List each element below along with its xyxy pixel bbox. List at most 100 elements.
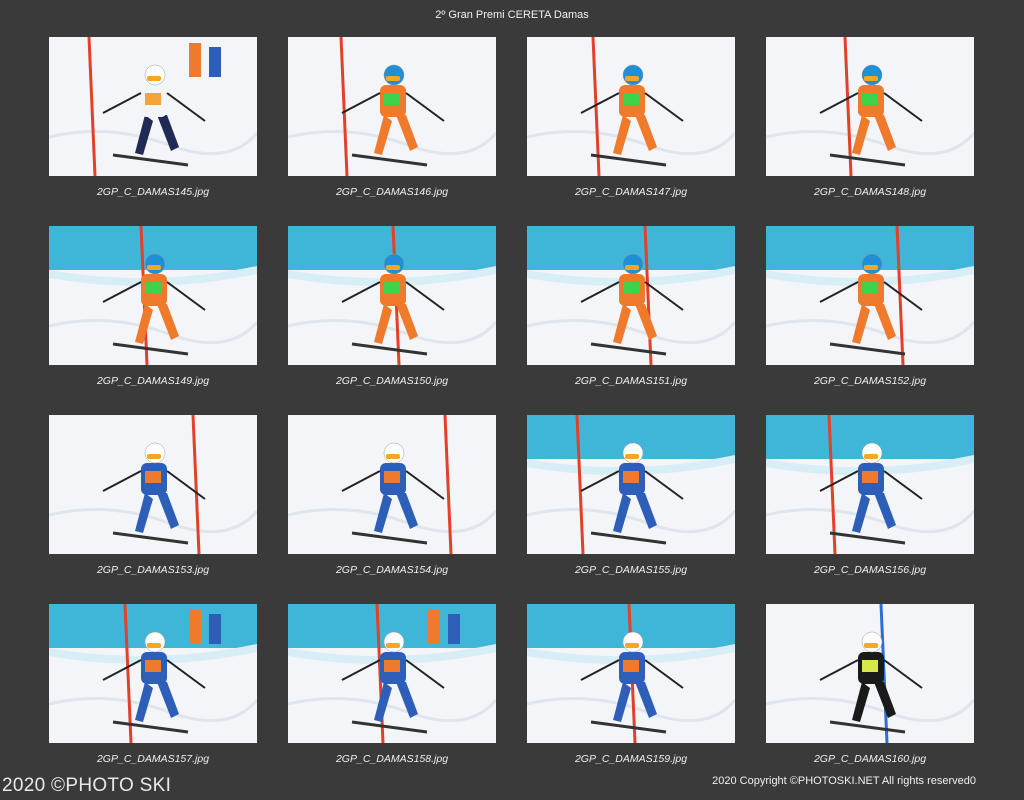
spectator — [448, 614, 460, 644]
thumbnail-card[interactable]: 2GP_C_DAMAS145.jpg — [49, 37, 257, 226]
photo-image — [527, 604, 735, 743]
photo-filename: 2GP_C_DAMAS148.jpg — [813, 186, 927, 198]
goggles — [625, 76, 639, 81]
photo-image — [49, 226, 257, 365]
race-bib — [623, 660, 639, 672]
ski-photo[interactable] — [527, 226, 735, 365]
thumbnail-card[interactable]: 2GP_C_DAMAS152.jpg — [766, 226, 974, 415]
photo-image — [288, 226, 496, 365]
ski-photo[interactable] — [49, 604, 257, 743]
photo-image — [49, 37, 257, 176]
photo-filename: 2GP_C_DAMAS147.jpg — [574, 186, 688, 198]
helmet — [622, 253, 644, 275]
thumbnail-card[interactable]: 2GP_C_DAMAS153.jpg — [49, 415, 257, 604]
ski-photo[interactable] — [766, 37, 974, 176]
thumbnail-card[interactable]: 2GP_C_DAMAS158.jpg — [288, 604, 496, 793]
thumbnail-card[interactable]: 2GP_C_DAMAS151.jpg — [527, 226, 735, 415]
photo-filename: 2GP_C_DAMAS152.jpg — [813, 375, 927, 387]
photo-image — [288, 37, 496, 176]
photo-image — [527, 226, 735, 365]
goggles — [147, 265, 161, 270]
thumbnail-card[interactable]: 2GP_C_DAMAS150.jpg — [288, 226, 496, 415]
thumbnail-card[interactable]: 2GP_C_DAMAS160.jpg — [766, 604, 974, 793]
photo-image — [527, 37, 735, 176]
thumbnail-card[interactable]: 2GP_C_DAMAS155.jpg — [527, 415, 735, 604]
ski-photo[interactable] — [527, 37, 735, 176]
thumbnail-card[interactable]: 2GP_C_DAMAS149.jpg — [49, 226, 257, 415]
photo-image — [288, 415, 496, 554]
race-bib — [384, 471, 400, 483]
photo-image — [766, 604, 974, 743]
spectator — [209, 614, 221, 644]
race-bib — [862, 282, 878, 294]
ski-photo[interactable] — [766, 415, 974, 554]
goggles — [386, 265, 400, 270]
ski-photo[interactable] — [527, 604, 735, 743]
photo-image — [766, 415, 974, 554]
photo-filename: 2GP_C_DAMAS158.jpg — [335, 753, 449, 765]
ski-photo[interactable] — [49, 226, 257, 365]
photo-filename: 2GP_C_DAMAS153.jpg — [96, 564, 210, 576]
thumbnail-card[interactable]: 2GP_C_DAMAS159.jpg — [527, 604, 735, 793]
photo-image — [527, 415, 735, 554]
copyright-notice: 2020 Copyright ©PHOTOSKI.NET All rights … — [712, 775, 976, 787]
goggles — [864, 265, 878, 270]
goggles — [147, 454, 161, 459]
goggles — [147, 76, 161, 81]
photo-filename: 2GP_C_DAMAS155.jpg — [574, 564, 688, 576]
race-bib — [862, 93, 878, 105]
thumbnail-card[interactable]: 2GP_C_DAMAS147.jpg — [527, 37, 735, 226]
helmet — [861, 64, 883, 86]
spectator — [189, 610, 201, 644]
goggles — [864, 643, 878, 648]
helmet — [383, 253, 405, 275]
ski-photo[interactable] — [766, 226, 974, 365]
goggles — [147, 643, 161, 648]
ski-photo[interactable] — [288, 415, 496, 554]
helmet — [861, 253, 883, 275]
ski-photo[interactable] — [288, 604, 496, 743]
photo-filename: 2GP_C_DAMAS159.jpg — [574, 753, 688, 765]
ski-photo[interactable] — [288, 37, 496, 176]
helmet — [861, 442, 883, 464]
ski-photo[interactable] — [527, 415, 735, 554]
race-bib — [145, 471, 161, 483]
page-number: 0 — [969, 775, 976, 787]
helmet — [622, 64, 644, 86]
ski-photo[interactable] — [49, 37, 257, 176]
goggles — [386, 454, 400, 459]
helmet — [144, 64, 166, 86]
goggles — [625, 643, 639, 648]
thumbnail-grid: 2GP_C_DAMAS145.jpg 2GP_C_DAMAS146.jpg 2G… — [49, 37, 974, 793]
race-bib — [145, 93, 161, 105]
photo-filename: 2GP_C_DAMAS150.jpg — [335, 375, 449, 387]
goggles — [625, 454, 639, 459]
thumbnail-card[interactable]: 2GP_C_DAMAS156.jpg — [766, 415, 974, 604]
photo-image — [766, 37, 974, 176]
photo-image — [49, 604, 257, 743]
ski-photo[interactable] — [49, 415, 257, 554]
goggles — [864, 76, 878, 81]
goggles — [386, 643, 400, 648]
thumbnail-card[interactable]: 2GP_C_DAMAS154.jpg — [288, 415, 496, 604]
race-bib — [384, 660, 400, 672]
race-bib — [623, 471, 639, 483]
photo-filename: 2GP_C_DAMAS149.jpg — [96, 375, 210, 387]
race-bib — [623, 282, 639, 294]
ski-photo[interactable] — [288, 226, 496, 365]
race-bib — [145, 660, 161, 672]
helmet — [861, 631, 883, 653]
photo-filename: 2GP_C_DAMAS156.jpg — [813, 564, 927, 576]
goggles — [864, 454, 878, 459]
ski-photo[interactable] — [766, 604, 974, 743]
race-bib — [862, 471, 878, 483]
thumbnail-card[interactable]: 2GP_C_DAMAS157.jpg — [49, 604, 257, 793]
thumbnail-card[interactable]: 2GP_C_DAMAS146.jpg — [288, 37, 496, 226]
photo-filename: 2GP_C_DAMAS160.jpg — [813, 753, 927, 765]
goggles — [625, 265, 639, 270]
photo-filename: 2GP_C_DAMAS145.jpg — [96, 186, 210, 198]
helmet — [383, 631, 405, 653]
goggles — [386, 76, 400, 81]
thumbnail-card[interactable]: 2GP_C_DAMAS148.jpg — [766, 37, 974, 226]
spectator — [428, 610, 440, 644]
